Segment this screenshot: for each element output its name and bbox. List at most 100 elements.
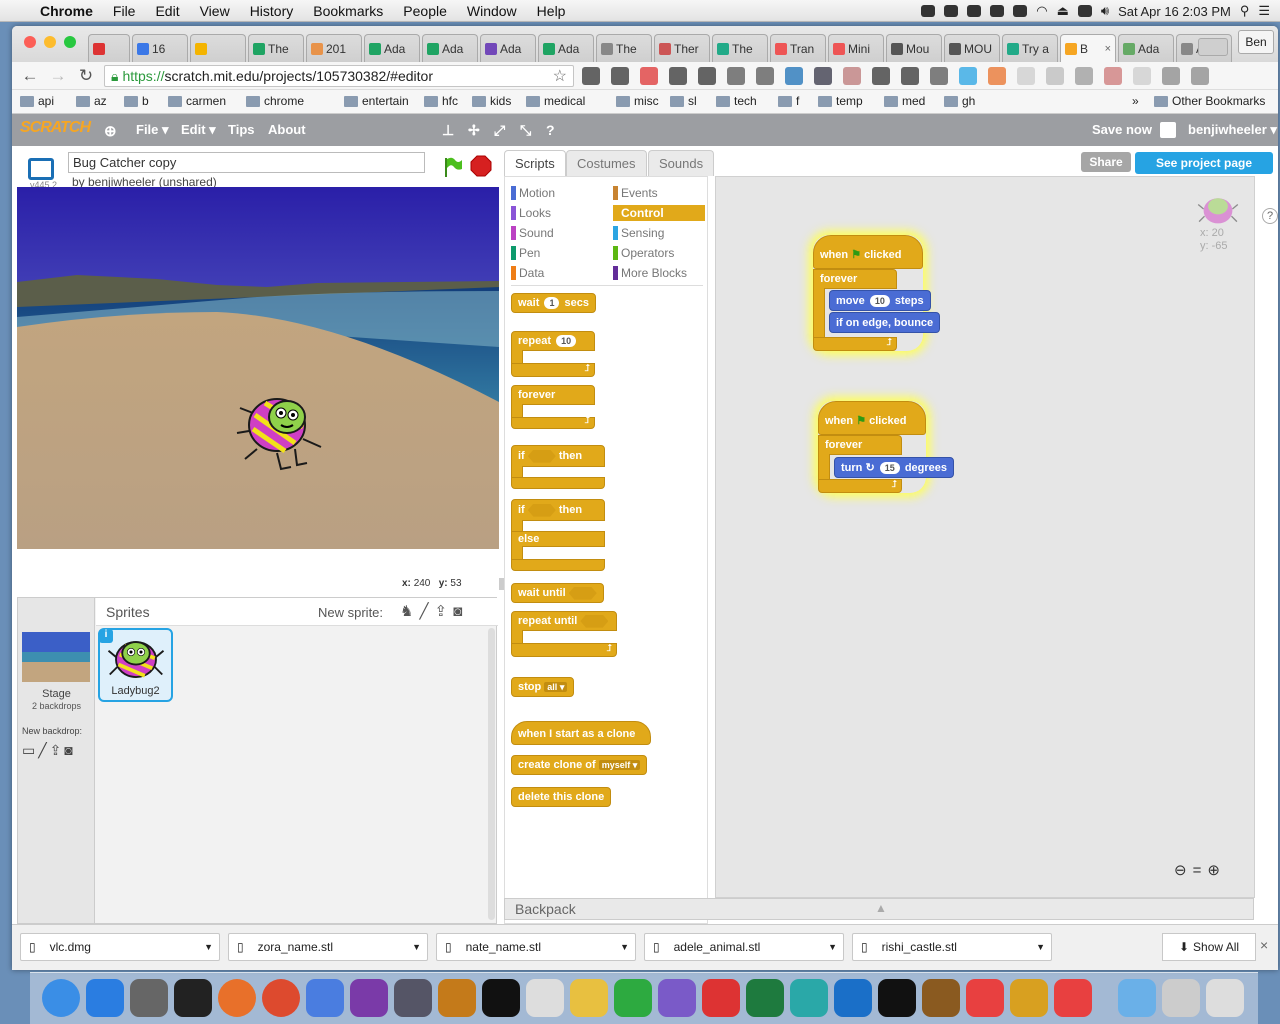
photo-app-icon[interactable]	[1054, 979, 1092, 1017]
browser-tab[interactable]	[190, 34, 246, 62]
browser-tab[interactable]	[88, 34, 130, 62]
bookmark-item[interactable]: gh	[944, 94, 975, 108]
back-icon[interactable]: ←	[20, 66, 40, 86]
script1-if-on-edge-bounce[interactable]: if on edge, bounce	[829, 312, 941, 333]
extension-icon[interactable]	[843, 67, 861, 85]
extension-icon[interactable]	[727, 67, 745, 85]
new-tab-button[interactable]	[1198, 38, 1228, 56]
sublime-text-icon[interactable]	[438, 979, 476, 1017]
notification-center-icon[interactable]: ☰	[1258, 3, 1270, 19]
bookmark-item[interactable]: hfc	[424, 94, 458, 108]
user-menu[interactable]: benjiwheeler ▾	[1188, 122, 1277, 138]
block-if-then[interactable]: if then	[511, 445, 605, 489]
show-all-downloads-button[interactable]: ⬇ Show All	[1162, 933, 1256, 961]
evernote-status-icon[interactable]	[990, 5, 1005, 17]
browser-tab[interactable]: Ada	[422, 34, 478, 62]
extension-icon[interactable]	[1075, 67, 1093, 85]
menu-window[interactable]: Window	[457, 3, 527, 19]
minimize-window-button[interactable]	[44, 36, 56, 48]
camera-sprite-icon[interactable]: ◙	[453, 603, 468, 620]
block-stop[interactable]: stop all ▾	[511, 677, 575, 697]
extension-icon[interactable]	[611, 67, 629, 85]
tab-scripts[interactable]: Scripts	[504, 150, 566, 177]
photos-icon[interactable]	[1010, 979, 1048, 1017]
browser-tab[interactable]: The	[596, 34, 652, 62]
extension-icon[interactable]	[1104, 67, 1122, 85]
browser-tab[interactable]: The	[712, 34, 768, 62]
eject-icon[interactable]: ⏏	[1057, 3, 1069, 19]
file-menu[interactable]: File ▾	[136, 122, 169, 138]
block-if-then-else[interactable]: if then else	[511, 499, 605, 571]
shrink-tool-icon[interactable]: ⤡	[520, 122, 531, 139]
excel-icon[interactable]	[746, 979, 784, 1017]
browser-tab[interactable]: Tran	[770, 34, 826, 62]
script1-move-steps[interactable]: move 10 steps	[829, 290, 931, 311]
close-window-button[interactable]	[24, 36, 36, 48]
turn-degrees-value[interactable]: 15	[879, 462, 900, 475]
extension-icon[interactable]	[1046, 67, 1064, 85]
block-create-clone[interactable]: create clone of myself ▾	[511, 755, 648, 775]
app-store-icon[interactable]	[86, 979, 124, 1017]
download-item[interactable]: ▯ zora_name.stl ▼	[228, 933, 428, 961]
browser-tab[interactable]: MOU	[944, 34, 1000, 62]
category-sensing[interactable]: Sensing	[613, 225, 705, 241]
status-icon[interactable]	[921, 5, 936, 17]
spotlight-icon[interactable]: ⚲	[1240, 3, 1250, 19]
boolean-slot[interactable]	[527, 449, 556, 463]
browser-tab[interactable]: Mini	[828, 34, 884, 62]
backpack-expand-icon[interactable]: ▲	[875, 901, 887, 915]
menu-help[interactable]: Help	[527, 3, 576, 19]
zoom-in-icon[interactable]: ⊕	[1207, 862, 1226, 879]
scratch-logo[interactable]: SCRATCH	[20, 119, 91, 137]
evernote-icon[interactable]	[614, 979, 652, 1017]
browser-tab[interactable]: Mou	[886, 34, 942, 62]
profile-button[interactable]: Ben	[1238, 30, 1274, 54]
close-tab-icon[interactable]: ×	[1105, 43, 1111, 55]
sonos-icon[interactable]	[834, 979, 872, 1017]
bookmark-item[interactable]: temp	[818, 94, 863, 108]
bookmark-item[interactable]: misc	[616, 94, 659, 108]
forward-icon[interactable]: →	[48, 66, 68, 86]
block-wait-secs[interactable]: wait 1 secs	[511, 293, 597, 313]
browser-tab[interactable]: Ther	[654, 34, 710, 62]
clock[interactable]: Sat Apr 16 2:03 PM	[1118, 4, 1231, 19]
activity-monitor-icon[interactable]	[174, 979, 212, 1017]
extension-icon[interactable]	[814, 67, 832, 85]
bookmark-item[interactable]: med	[884, 94, 925, 108]
script1-when-flag-clicked[interactable]: when ⚑ clicked	[813, 235, 923, 269]
see-project-page-button[interactable]: See project page	[1135, 152, 1273, 174]
stop-icon[interactable]	[470, 155, 492, 177]
extension-icon[interactable]	[1191, 67, 1209, 85]
browser-tab[interactable]: B ×	[1060, 34, 1116, 62]
extension-icon[interactable]	[785, 67, 803, 85]
category-data[interactable]: Data	[511, 265, 603, 281]
boolean-slot[interactable]	[527, 503, 556, 517]
upload-backdrop-icon[interactable]: ⇪	[50, 742, 65, 758]
language-globe-icon[interactable]: ⊕	[104, 122, 117, 140]
category-looks[interactable]: Looks	[511, 205, 603, 221]
category-more-blocks[interactable]: More Blocks	[613, 265, 705, 281]
trash-icon[interactable]	[1206, 979, 1244, 1017]
zoom-reset-icon[interactable]: =	[1193, 862, 1208, 879]
sprite-thumbnail-ladybug[interactable]: i Ladybug2	[98, 628, 173, 702]
dropbox-icon[interactable]	[944, 5, 959, 17]
keyboard-viewer-icon[interactable]	[526, 979, 564, 1017]
tips-link[interactable]: Tips	[228, 122, 255, 137]
photo-booth-icon[interactable]	[966, 979, 1004, 1017]
sprite-pane-scrollbar[interactable]	[488, 628, 495, 920]
preview-icon[interactable]	[570, 979, 608, 1017]
boolean-slot[interactable]	[568, 586, 597, 600]
system-preferences-icon[interactable]	[130, 979, 168, 1017]
extension-icon[interactable]	[1133, 67, 1151, 85]
extension-icon[interactable]	[872, 67, 890, 85]
share-button[interactable]: Share	[1081, 152, 1131, 172]
download-menu-icon[interactable]: ▼	[412, 942, 421, 952]
bookmark-item[interactable]: kids	[472, 94, 511, 108]
audacity-icon[interactable]	[922, 979, 960, 1017]
wifi-icon[interactable]: ◠	[1036, 3, 1047, 19]
bookmark-item[interactable]: f	[778, 94, 799, 108]
finder-icon[interactable]	[42, 979, 80, 1017]
extension-icon[interactable]	[582, 67, 600, 85]
menu-view[interactable]: View	[190, 3, 240, 19]
paint-sprite-icon[interactable]: ╱	[419, 603, 434, 620]
